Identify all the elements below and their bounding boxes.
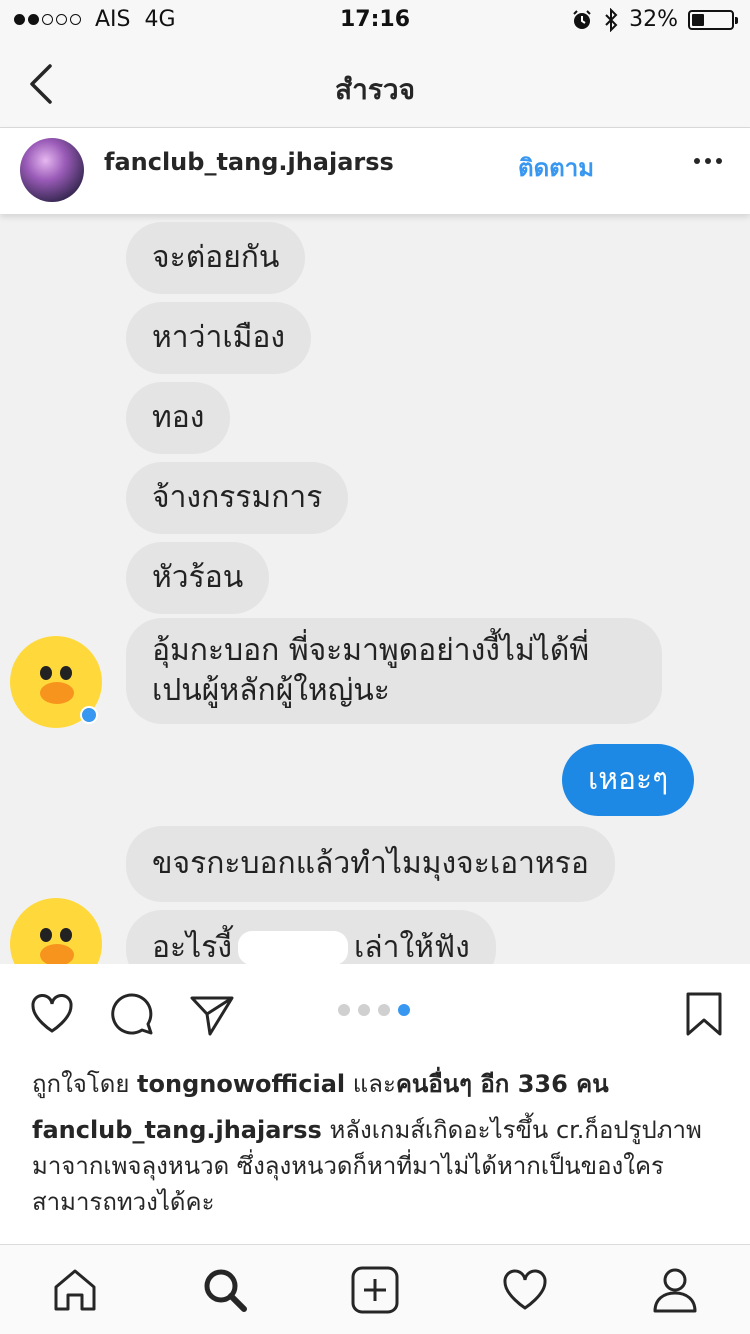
post-image[interactable]: จะต่อยกัน หาว่าเมือง ทอง จ้างกรรมการ หัว… — [0, 214, 750, 964]
battery-percent: 32% — [629, 7, 678, 32]
paper-plane-icon[interactable] — [188, 990, 236, 1038]
status-bar: AIS 4G 17:16 32% — [0, 0, 750, 40]
chat-bubble: อุ้มกะบอก พี่จะมาพูดอย่างงี้ไม่ได้พี่ เป… — [126, 618, 662, 724]
likes-user-link[interactable]: tongnowofficial — [137, 1070, 345, 1098]
alarm-icon — [573, 9, 591, 29]
comment-icon[interactable] — [108, 990, 156, 1038]
likes-middle: และ — [352, 1070, 396, 1098]
likes-line: ถูกใจโดย tongnowofficial และคนอื่นๆ อีก … — [32, 1064, 609, 1103]
chat-text: อะไรงี้ — [152, 930, 232, 964]
chat-bubble: อะไรงี้ เล่าให้ฟัง — [126, 910, 496, 964]
bluetooth-icon — [605, 7, 618, 32]
profile-icon[interactable] — [650, 1265, 700, 1315]
bookmark-icon[interactable] — [680, 990, 728, 1038]
chat-bubble: ทอง — [126, 382, 231, 454]
heart-icon[interactable] — [28, 990, 76, 1038]
page-title: สำรวจ — [335, 73, 415, 106]
duck-avatar — [10, 636, 102, 728]
plus-square-icon[interactable] — [350, 1265, 400, 1315]
chat-text: เล่าให้ฟัง — [353, 930, 470, 964]
nav-header: สำรวจ — [0, 40, 750, 128]
caption-username[interactable]: fanclub_tang.jhajarss — [32, 1116, 322, 1144]
activity-heart-icon[interactable] — [500, 1265, 550, 1315]
chat-bubble-sent: เหอะๆ — [562, 744, 695, 816]
chat-bubble-line: เปนผู้หลักผู้ใหญ่นะ — [152, 673, 390, 708]
post-header: fanclub_tang.jhajarss ติดตาม — [0, 128, 750, 214]
likes-others-link[interactable]: คนอื่นๆ อีก 336 คน — [396, 1070, 609, 1098]
tab-bar — [0, 1244, 750, 1334]
home-icon[interactable] — [50, 1265, 100, 1315]
carousel-dot — [338, 1004, 350, 1016]
carousel-dot-active — [398, 1004, 410, 1016]
carousel-indicator — [338, 1004, 410, 1016]
chat-bubble: หัวร้อน — [126, 542, 270, 614]
battery-icon — [688, 9, 738, 30]
likes-prefix: ถูกใจโดย — [32, 1070, 130, 1098]
duck-avatar — [10, 898, 102, 964]
more-options-icon[interactable] — [694, 158, 722, 164]
chat-bubble: ขจรกะบอกแล้วทำไมมุงจะเอาหรอ — [126, 826, 615, 902]
carousel-dot — [378, 1004, 390, 1016]
follow-button[interactable]: ติดตาม — [518, 148, 594, 187]
avatar[interactable] — [20, 138, 84, 202]
caption: fanclub_tang.jhajarss หลังเกมส์เกิดอะไรข… — [32, 1112, 722, 1220]
search-icon[interactable] — [200, 1265, 250, 1315]
carousel-dot — [358, 1004, 370, 1016]
chat-bubble: จ้างกรรมการ — [126, 462, 349, 534]
action-bar — [0, 964, 750, 1060]
redacted-area — [237, 931, 348, 964]
post-username[interactable]: fanclub_tang.jhajarss — [104, 148, 394, 176]
chat-bubble-line: อุ้มกะบอก พี่จะมาพูดอย่างงี้ไม่ได้พี่ — [152, 633, 590, 668]
verified-badge-icon — [80, 706, 98, 724]
chat-bubble: จะต่อยกัน — [126, 222, 306, 294]
status-right: 32% — [571, 7, 738, 32]
chat-bubble: หาว่าเมือง — [126, 302, 312, 374]
